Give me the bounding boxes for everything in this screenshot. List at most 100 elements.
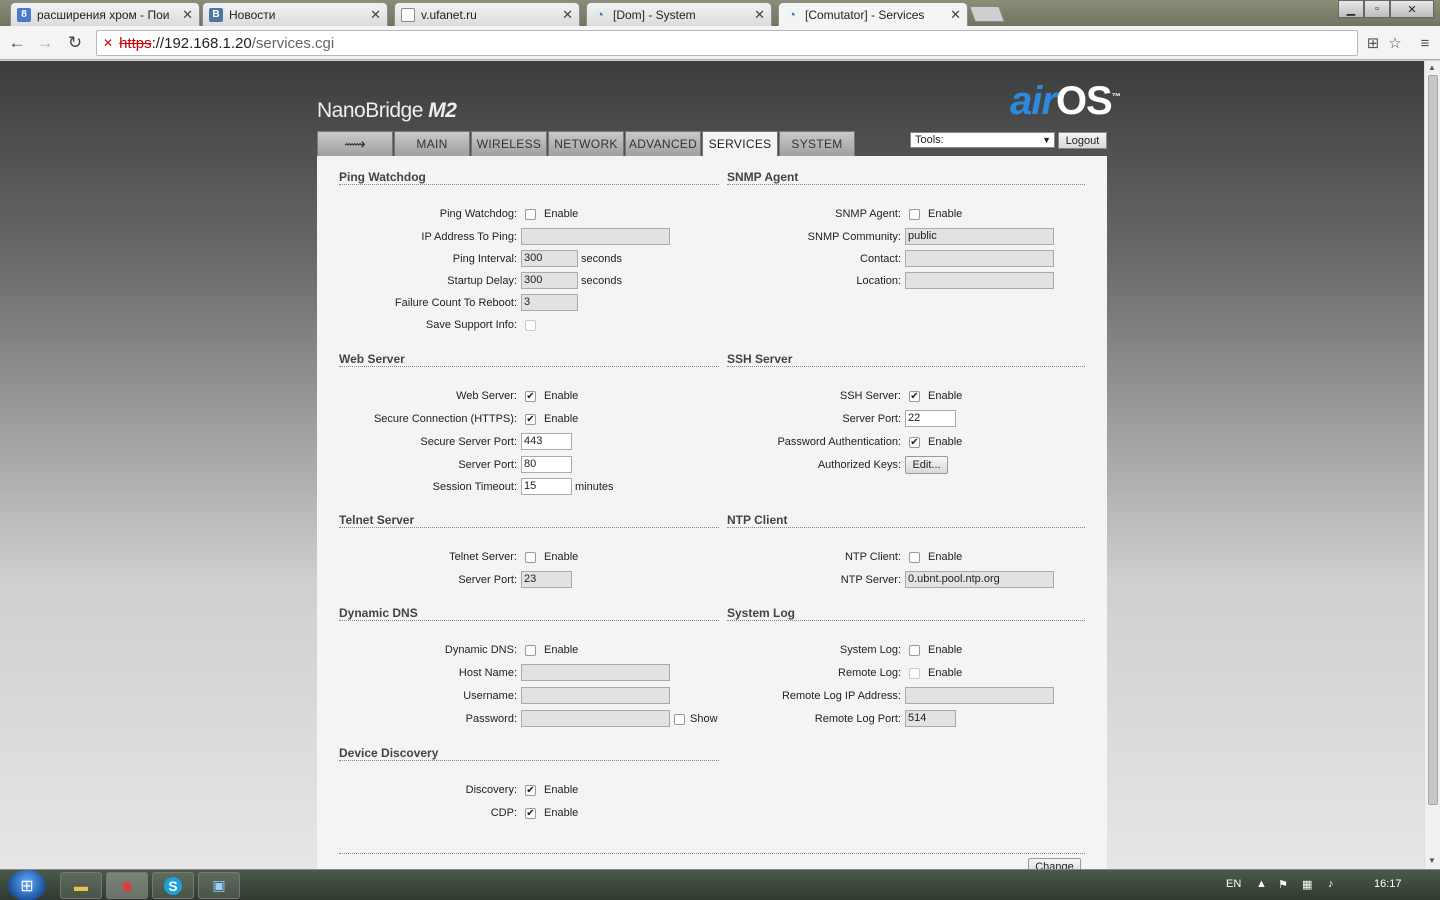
vk-favicon-icon: B bbox=[209, 7, 223, 22]
explorer-taskbar-icon[interactable]: ▬ bbox=[60, 872, 102, 899]
section-title-ping-watchdog: Ping Watchdog bbox=[339, 170, 426, 184]
show-hidden-icons-icon[interactable]: ▲ bbox=[1256, 878, 1267, 890]
minimize-icon[interactable]: ▁ bbox=[1338, 0, 1364, 18]
window-controls: ▁ ▫ ✕ bbox=[1338, 0, 1434, 18]
ssh-server-checkbox[interactable]: ✔ bbox=[909, 391, 920, 402]
browser-tab[interactable]: ◔ [Dom] - System ✕ bbox=[586, 2, 772, 26]
remote-desktop-taskbar-icon[interactable]: ▣ bbox=[198, 872, 240, 899]
reload-icon[interactable]: ↻ bbox=[64, 32, 86, 54]
tab-services[interactable]: SERVICES bbox=[702, 131, 778, 156]
close-tab-icon[interactable]: ✕ bbox=[562, 7, 573, 23]
address-bar[interactable]: ✕ https ://192.168.1.20 /services.cgi bbox=[96, 30, 1358, 56]
browser-tab[interactable]: 8 расширения хром - Пои ✕ bbox=[10, 2, 200, 26]
secure-port-field[interactable]: 443 bbox=[521, 433, 572, 450]
seconds-unit: seconds bbox=[581, 253, 622, 265]
network-icon[interactable]: ▦ bbox=[1302, 878, 1312, 891]
menu-icon[interactable]: ≡ bbox=[1416, 34, 1434, 52]
session-timeout-field[interactable]: 15 bbox=[521, 478, 572, 495]
ntp-server-field[interactable]: 0.ubnt.pool.ntp.org bbox=[905, 571, 1054, 588]
bookmark-star-icon[interactable]: ☆ bbox=[1386, 34, 1404, 52]
new-tab-button[interactable] bbox=[969, 6, 1005, 22]
snmp-agent-checkbox[interactable] bbox=[909, 209, 920, 220]
tab-wireless[interactable]: WIRELESS bbox=[471, 131, 547, 156]
page-viewport: NanoBridge M2 airOS™ ⟿ MAIN WIRELESS NET… bbox=[0, 61, 1424, 869]
section-title-ntp-client: NTP Client bbox=[727, 513, 788, 527]
language-indicator[interactable]: EN bbox=[1226, 878, 1241, 890]
section-divider bbox=[727, 620, 1085, 621]
forward-arrow-icon[interactable]: → bbox=[34, 32, 56, 54]
browser-tab[interactable]: v.ufanet.ru ✕ bbox=[394, 2, 580, 26]
browser-tab-label: Новости bbox=[229, 7, 276, 22]
discovery-checkbox[interactable]: ✔ bbox=[525, 785, 536, 796]
ip-to-ping-label: IP Address To Ping: bbox=[421, 231, 517, 243]
close-window-icon[interactable]: ✕ bbox=[1390, 0, 1434, 18]
maximize-icon[interactable]: ▫ bbox=[1364, 0, 1390, 18]
web-server-checkbox[interactable]: ✔ bbox=[525, 391, 536, 402]
show-password-checkbox[interactable] bbox=[674, 714, 685, 725]
ping-watchdog-checkbox[interactable] bbox=[525, 209, 536, 220]
failure-count-field[interactable]: 3 bbox=[521, 294, 578, 311]
tools-select-value: Tools: bbox=[915, 134, 944, 146]
change-button[interactable]: Change bbox=[1028, 858, 1081, 869]
section-title-system-log: System Log bbox=[727, 606, 796, 620]
edit-keys-button[interactable]: Edit... bbox=[905, 456, 948, 474]
snmp-contact-label: Contact: bbox=[860, 253, 901, 265]
tools-select[interactable]: Tools: ▼ bbox=[910, 132, 1055, 148]
action-center-flag-icon[interactable]: ⚑ bbox=[1278, 878, 1288, 891]
enable-label: Enable bbox=[544, 208, 579, 220]
snmp-community-field[interactable]: public bbox=[905, 228, 1054, 245]
tab-system[interactable]: SYSTEM bbox=[779, 131, 855, 156]
scrollbar-thumb[interactable] bbox=[1428, 75, 1438, 805]
https-checkbox[interactable]: ✔ bbox=[525, 414, 536, 425]
insecure-lock-icon[interactable]: ✕ bbox=[103, 36, 113, 50]
start-button[interactable]: ⊞ bbox=[8, 870, 46, 900]
logout-button[interactable]: Logout bbox=[1058, 132, 1107, 149]
password-field[interactable] bbox=[521, 710, 670, 727]
tab-advanced[interactable]: ADVANCED bbox=[625, 131, 701, 156]
save-support-info-checkbox[interactable] bbox=[525, 320, 536, 331]
tab-ubnt-logo[interactable]: ⟿ bbox=[317, 131, 393, 156]
remote-log-port-field[interactable]: 514 bbox=[905, 710, 956, 727]
clock[interactable]: 16:17 bbox=[1374, 878, 1402, 890]
ip-to-ping-field[interactable] bbox=[521, 228, 670, 245]
username-field[interactable] bbox=[521, 687, 670, 704]
cdp-checkbox[interactable]: ✔ bbox=[525, 808, 536, 819]
ntp-client-checkbox[interactable] bbox=[909, 552, 920, 563]
browser-tab-active[interactable]: ◔ [Comutator] - Services ✕ bbox=[778, 2, 968, 26]
startup-delay-field[interactable]: 300 bbox=[521, 272, 578, 289]
enable-label: Enable bbox=[544, 784, 579, 796]
ping-interval-field[interactable]: 300 bbox=[521, 250, 578, 267]
scroll-down-icon[interactable]: ▼ bbox=[1428, 856, 1436, 865]
host-name-field[interactable] bbox=[521, 664, 670, 681]
web-port-field[interactable]: 80 bbox=[521, 456, 572, 473]
remote-log-ip-field[interactable] bbox=[905, 687, 1054, 704]
close-tab-icon[interactable]: ✕ bbox=[754, 7, 765, 23]
chrome-taskbar-icon[interactable]: ◉ bbox=[106, 872, 148, 899]
telnet-server-checkbox[interactable] bbox=[525, 552, 536, 563]
close-tab-icon[interactable]: ✕ bbox=[182, 7, 193, 23]
remote-log-port-label: Remote Log Port: bbox=[814, 713, 901, 725]
remote-log-checkbox[interactable] bbox=[909, 668, 920, 679]
snmp-location-field[interactable] bbox=[905, 272, 1054, 289]
ssh-port-field[interactable]: 22 bbox=[905, 410, 956, 427]
section-divider bbox=[339, 366, 719, 367]
back-arrow-icon[interactable]: ← bbox=[6, 32, 28, 54]
dynamic-dns-checkbox[interactable] bbox=[525, 645, 536, 656]
close-tab-icon[interactable]: ✕ bbox=[950, 7, 961, 23]
telnet-port-field[interactable]: 23 bbox=[521, 571, 572, 588]
scroll-up-icon[interactable]: ▲ bbox=[1428, 63, 1436, 72]
browser-tab[interactable]: B Новости ✕ bbox=[202, 2, 388, 26]
password-auth-checkbox[interactable]: ✔ bbox=[909, 437, 920, 448]
tab-network[interactable]: NETWORK bbox=[548, 131, 624, 156]
brand-name: NanoBridge bbox=[317, 99, 423, 122]
save-support-info-label: Save Support Info: bbox=[425, 319, 517, 331]
skype-taskbar-icon[interactable]: S bbox=[152, 872, 194, 899]
close-tab-icon[interactable]: ✕ bbox=[370, 7, 381, 23]
system-log-checkbox[interactable] bbox=[909, 645, 920, 656]
page-scrollbar[interactable]: ▲ ▼ bbox=[1424, 61, 1440, 869]
snmp-contact-field[interactable] bbox=[905, 250, 1054, 267]
web-port-label: Server Port: bbox=[458, 459, 517, 471]
translate-icon[interactable]: ⊞ bbox=[1364, 34, 1382, 52]
volume-icon[interactable]: ♪ bbox=[1328, 878, 1334, 890]
tab-main[interactable]: MAIN bbox=[394, 131, 470, 156]
